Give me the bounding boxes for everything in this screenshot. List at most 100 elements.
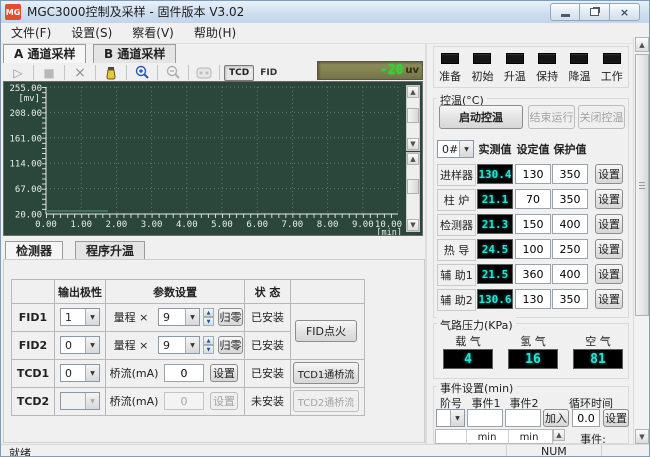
- chart-scrollbar-lower[interactable]: ▲ ▼: [406, 152, 420, 232]
- temp-set-button[interactable]: 设置: [595, 214, 623, 234]
- panel-splitter[interactable]: [425, 43, 427, 444]
- scroll-down-icon[interactable]: ▼: [635, 429, 649, 444]
- stop-acquisition-button[interactable]: ■: [38, 64, 60, 82]
- event-grid-scroll-up[interactable]: ▲: [553, 429, 565, 441]
- led-off-icon: [603, 53, 621, 64]
- x-axis-unit: [min]: [376, 228, 402, 235]
- tab-detector[interactable]: 检测器: [5, 241, 63, 260]
- fid1-status: 已安装: [245, 303, 290, 331]
- tab-channel-b[interactable]: B 通道采样: [93, 44, 176, 63]
- minimize-button[interactable]: [550, 3, 581, 21]
- temp-set-button[interactable]: 设置: [595, 289, 623, 309]
- restore-button[interactable]: [579, 3, 610, 21]
- temp-set-button[interactable]: 设置: [595, 189, 623, 209]
- add-event-button[interactable]: 加入: [543, 409, 569, 427]
- temp-protect-input[interactable]: [552, 289, 588, 309]
- event2-input[interactable]: [505, 409, 541, 427]
- fid2-status: 已安装: [245, 331, 290, 359]
- event-grid-unit: min: [467, 432, 507, 443]
- fid1-range-combo[interactable]: 9▼: [158, 308, 200, 326]
- full-view-button[interactable]: [193, 64, 215, 82]
- start-temp-control-button[interactable]: 启动控温: [439, 105, 523, 129]
- temp-set-button[interactable]: 设置: [595, 164, 623, 184]
- chevron-down-icon[interactable]: ▼: [459, 141, 473, 157]
- temp-protect-input[interactable]: [552, 164, 588, 184]
- chevron-down-icon[interactable]: ▼: [85, 337, 99, 353]
- app-icon: MG: [5, 4, 21, 20]
- chart-scrollbar-upper[interactable]: ▲ ▼: [406, 85, 420, 151]
- temp-set-input[interactable]: [515, 239, 551, 259]
- col-output-polarity: 输出极性: [55, 280, 105, 303]
- temp-set-button[interactable]: 设置: [595, 239, 623, 259]
- temp-protect-input[interactable]: [552, 264, 588, 284]
- menu-view[interactable]: 察看(V): [122, 23, 184, 43]
- scroll-thumb[interactable]: [407, 108, 419, 123]
- close-button[interactable]: ×: [609, 3, 640, 21]
- scroll-thumb[interactable]: [635, 54, 649, 316]
- chevron-down-icon[interactable]: ▼: [85, 365, 99, 381]
- tcd1-bridge-input[interactable]: [164, 364, 204, 382]
- zoom-out-button[interactable]: [162, 64, 184, 82]
- tcd1-bridge-on-button[interactable]: TCD1通桥流: [293, 362, 359, 384]
- fid2-polarity-combo[interactable]: 0▼: [60, 336, 100, 354]
- event1-input[interactable]: [467, 409, 503, 427]
- sample-inject-button[interactable]: [100, 64, 122, 82]
- hydrogen-led: 16: [508, 349, 558, 369]
- close-icon: ×: [620, 6, 629, 19]
- chevron-down-icon: ▼: [85, 393, 99, 409]
- temp-set-input[interactable]: [515, 289, 551, 309]
- indicator-hold: 保持: [536, 53, 558, 84]
- fid1-polarity-combo[interactable]: 1▼: [60, 308, 100, 326]
- panel-scrollbar[interactable]: ▲ ▼: [633, 37, 650, 444]
- tcd2-bridge-input: [164, 392, 204, 410]
- tab-channel-a[interactable]: A 通道采样: [3, 44, 86, 63]
- tcd1-polarity-combo[interactable]: 0▼: [60, 364, 100, 382]
- chromatogram-chart: 255.00 [mv] 208.00 161.00 114.00 67.00 2…: [3, 81, 423, 236]
- menu-settings[interactable]: 设置(S): [61, 23, 122, 43]
- temp-set-button[interactable]: 设置: [595, 264, 623, 284]
- temp-protect-input[interactable]: [552, 239, 588, 259]
- chevron-down-icon[interactable]: ▼: [185, 337, 199, 353]
- temp-set-input[interactable]: [515, 164, 551, 184]
- temp-protect-input[interactable]: [552, 214, 588, 234]
- fid2-range-combo[interactable]: 9▼: [158, 336, 200, 354]
- menu-file[interactable]: 文件(F): [1, 23, 61, 43]
- chevron-down-icon[interactable]: ▼: [450, 410, 464, 426]
- scroll-up-icon[interactable]: ▲: [407, 153, 419, 165]
- scroll-thumb[interactable]: [407, 179, 419, 194]
- temp-protect-input[interactable]: [552, 189, 588, 209]
- scroll-down-icon[interactable]: ▼: [407, 219, 419, 231]
- cycle-set-button[interactable]: 设置: [603, 409, 629, 427]
- title-bar: MG MGC3000控制及采样 - 固件版本 V3.02 ×: [1, 1, 649, 24]
- tcd1-set-button[interactable]: 设置: [210, 364, 238, 382]
- col-setpoint: 设定值: [515, 140, 551, 158]
- air-led: 81: [573, 349, 623, 369]
- zoom-in-button[interactable]: [131, 64, 153, 82]
- tcd-signal-button[interactable]: TCD: [224, 65, 254, 81]
- tab-program-temp[interactable]: 程序升温: [75, 241, 145, 260]
- oven-selector-combo[interactable]: 0#▼: [437, 140, 474, 158]
- chevron-down-icon[interactable]: ▼: [85, 309, 99, 325]
- stage-combo[interactable]: ▼: [436, 409, 465, 427]
- event-grid-unit: min: [509, 432, 549, 443]
- bridge-current-label: 桥流(mA): [109, 359, 159, 387]
- temp-set-input[interactable]: [515, 214, 551, 234]
- scroll-up-icon[interactable]: ▲: [635, 37, 649, 52]
- clear-button[interactable]: ×: [69, 64, 91, 82]
- fid-signal-button[interactable]: FID: [256, 66, 281, 80]
- fid2-range-stepper[interactable]: ▲▼: [203, 336, 214, 354]
- scroll-up-icon[interactable]: ▲: [407, 86, 419, 98]
- x-tick: 8.00: [317, 220, 339, 230]
- fid1-zero-button[interactable]: 归零: [218, 308, 243, 326]
- fid-ignite-button[interactable]: FID点火: [295, 320, 357, 342]
- scroll-down-icon[interactable]: ▼: [407, 138, 419, 150]
- fid1-range-stepper[interactable]: ▲▼: [203, 308, 214, 326]
- spin-up-icon: ▲: [203, 336, 214, 345]
- chevron-down-icon[interactable]: ▼: [185, 309, 199, 325]
- cycle-time-input[interactable]: [572, 409, 600, 427]
- menu-help[interactable]: 帮助(H): [184, 23, 246, 43]
- temp-set-input[interactable]: [515, 264, 551, 284]
- start-acquisition-button[interactable]: ▷: [7, 64, 29, 82]
- fid2-zero-button[interactable]: 归零: [218, 336, 243, 354]
- temp-set-input[interactable]: [515, 189, 551, 209]
